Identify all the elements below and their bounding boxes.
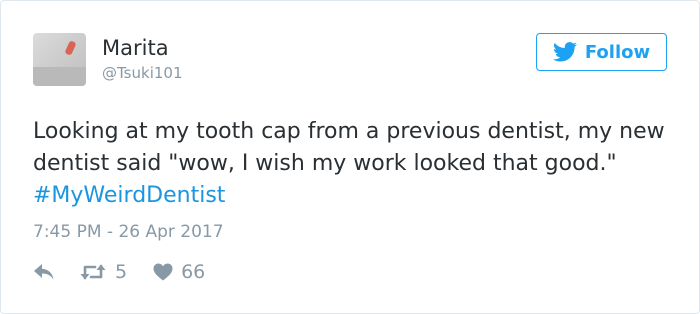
avatar[interactable] <box>33 33 86 86</box>
like-button[interactable]: 66 <box>153 261 205 283</box>
author-handle[interactable]: @Tsuki101 <box>102 63 183 83</box>
heart-icon <box>153 263 173 281</box>
follow-label: Follow <box>584 41 651 63</box>
retweet-count: 5 <box>115 261 128 283</box>
retweet-icon <box>80 264 106 280</box>
retweet-button[interactable]: 5 <box>79 261 127 283</box>
avatar-shade <box>33 67 86 86</box>
action-bar: 5 66 <box>33 259 205 285</box>
like-count: 66 <box>181 261 206 283</box>
follow-button[interactable]: Follow <box>536 33 667 71</box>
reply-arrow-icon <box>34 264 54 280</box>
tweet-body: Looking at my tooth cap from a previous … <box>33 119 665 176</box>
reply-button[interactable] <box>33 263 55 281</box>
avatar-detail <box>64 40 77 56</box>
tweet-card: Marita @Tsuki101 Follow Looking at my to… <box>0 0 700 314</box>
tweet-text: Looking at my tooth cap from a previous … <box>33 116 673 212</box>
author-display-name[interactable]: Marita <box>102 35 169 61</box>
hashtag-link[interactable]: #MyWeirdDentist <box>33 183 225 208</box>
twitter-bird-icon <box>552 42 577 62</box>
tweet-timestamp[interactable]: 7:45 PM - 26 Apr 2017 <box>33 221 224 243</box>
